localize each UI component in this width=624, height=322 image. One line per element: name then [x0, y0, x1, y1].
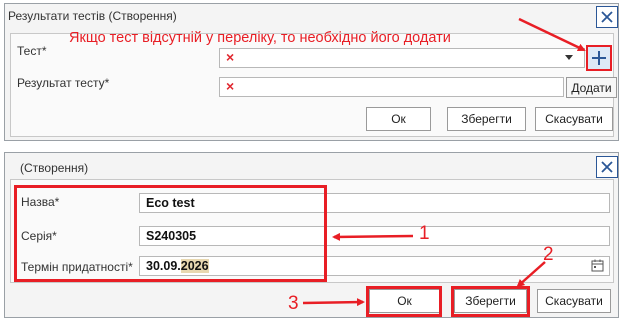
annotation-arrows [302, 17, 586, 307]
arrow-to-ok [302, 298, 365, 307]
arrow-to-add-button [518, 17, 586, 52]
arrow-to-save [516, 261, 546, 288]
arrow-to-fields [332, 232, 414, 241]
